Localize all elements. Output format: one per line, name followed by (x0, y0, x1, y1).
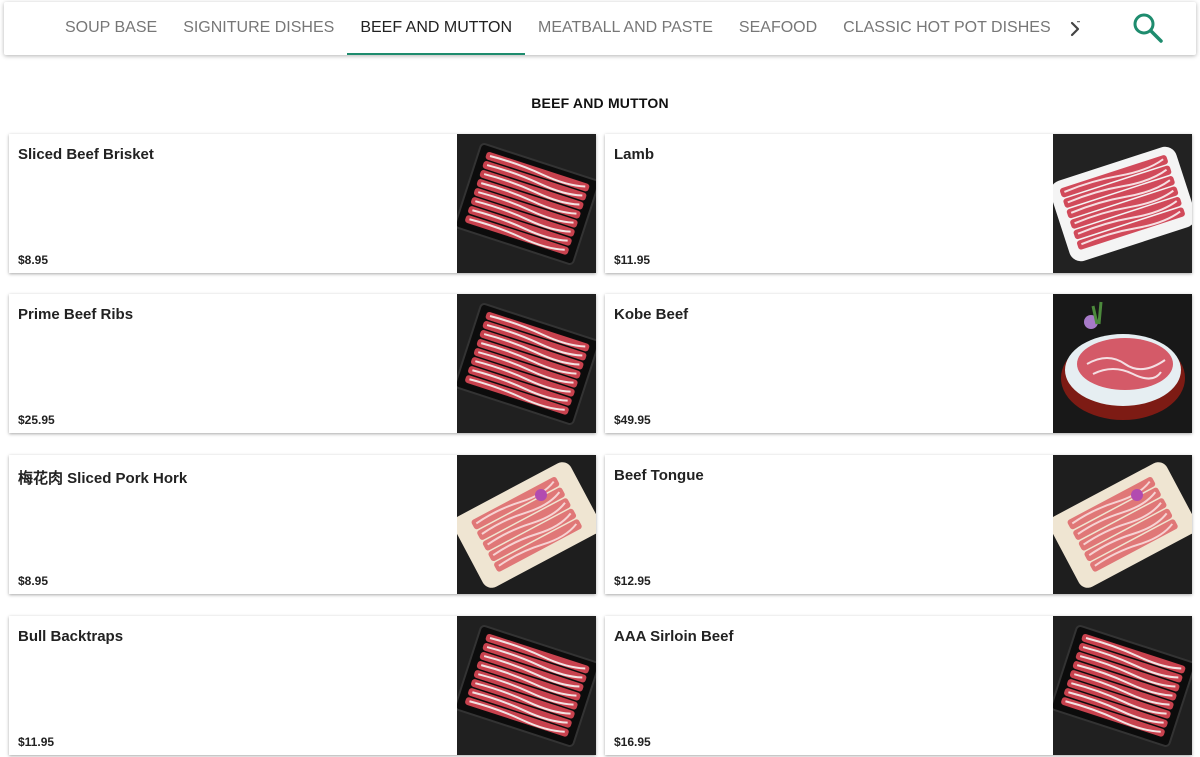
menu-item-photo (457, 294, 596, 433)
menu-item-price: $49.95 (614, 413, 651, 427)
menu-item-name: Sliced Beef Brisket (18, 146, 154, 163)
menu-item-price: $25.95 (18, 413, 55, 427)
menu-item-photo (457, 455, 596, 594)
menu-item-price: $8.95 (18, 574, 49, 588)
chevron-right-icon[interactable] (1066, 16, 1086, 42)
menu-item-price: $16.95 (614, 735, 651, 749)
menu-item-card[interactable]: Bull Backtraps $11.95 (9, 616, 596, 755)
menu-item-price: $11.95 (18, 735, 55, 749)
search-icon[interactable] (1130, 10, 1166, 46)
menu-item-name: Bull Backtraps (18, 628, 124, 645)
category-navbar: SOUP BASE SIGNITURE DISHES BEEF AND MUTTON… (4, 2, 1196, 55)
menu-item-card[interactable]: AAA Sirloin Beef $16.95 (605, 616, 1192, 755)
menu-item-price: $11.95 (614, 253, 651, 267)
tab-meatball-and-paste[interactable]: MEATBALL AND PASTE (525, 2, 726, 55)
menu-item-card[interactable]: Sliced Beef Brisket $8.95 (9, 134, 596, 273)
category-tabs: SOUP BASE SIGNITURE DISHES BEEF AND MUTTON… (52, 2, 1080, 55)
menu-item-photo (1053, 134, 1192, 273)
menu-item-name: 梅花肉 Sliced Pork Hork (18, 470, 188, 487)
menu-item-price: $8.95 (18, 253, 49, 267)
menu-item-photo (1053, 294, 1192, 433)
tab-beef-and-mutton[interactable]: BEEF AND MUTTON (347, 2, 526, 55)
menu-item-card[interactable]: Beef Tongue $12.95 (605, 455, 1192, 594)
menu-item-price: $12.95 (614, 574, 651, 588)
section-title: BEEF AND MUTTON (531, 95, 669, 111)
tab-seafood[interactable]: SEAFOOD (726, 2, 830, 55)
tab-signiture-dishes[interactable]: SIGNITURE DISHES (170, 2, 347, 55)
menu-item-name: Prime Beef Ribs (18, 306, 134, 323)
menu-item-photo (457, 134, 596, 273)
tab-soup-base[interactable]: SOUP BASE (52, 2, 170, 55)
menu-item-photo (1053, 616, 1192, 755)
menu-item-name: Beef Tongue (614, 467, 704, 484)
menu-item-card[interactable]: Lamb $11.95 (605, 134, 1192, 273)
menu-item-card[interactable]: Kobe Beef $49.95 (605, 294, 1192, 433)
menu-item-name: AAA Sirloin Beef (614, 628, 734, 645)
tab-classic-hot-pot-dishes[interactable]: CLASSIC HOT POT DISHES (830, 2, 1063, 55)
menu-item-card[interactable]: 梅花肉 Sliced Pork Hork $8.95 (9, 455, 596, 594)
menu-item-photo (457, 616, 596, 755)
menu-item-name: Kobe Beef (614, 306, 689, 323)
menu-item-photo (1053, 455, 1192, 594)
menu-item-name: Lamb (614, 146, 655, 163)
menu-item-card[interactable]: Prime Beef Ribs $25.95 (9, 294, 596, 433)
